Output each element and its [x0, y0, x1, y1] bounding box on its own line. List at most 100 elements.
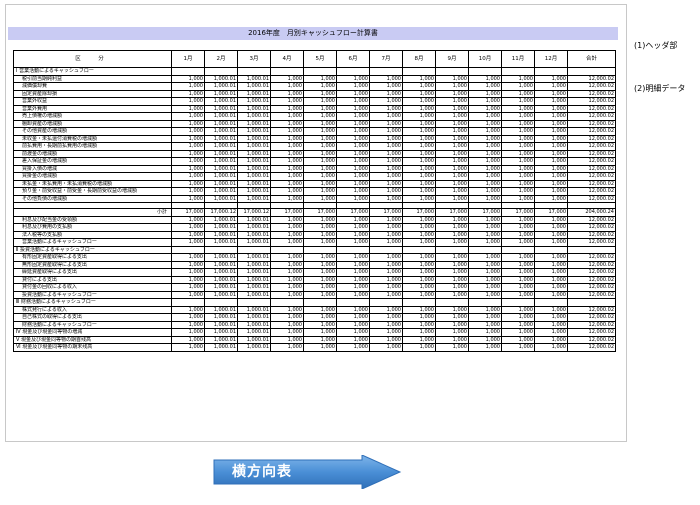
month-value-cell [303, 245, 337, 254]
month-value-cell [303, 298, 337, 307]
month-value-cell: 1,000.01 [204, 290, 238, 299]
month-value-cell: 1,000 [435, 112, 469, 121]
month-value-cell: 1,000 [270, 134, 304, 143]
month-value-cell: 1,000 [435, 305, 469, 314]
month-value-cell: 1,000.01 [237, 223, 271, 232]
month-value-cell: 1,000 [303, 305, 337, 314]
table-row: 買掛入債の増減 1,000 1,000.01 1,000.01 1,000 1,000 1,… [13, 164, 616, 173]
month-value-cell: 1,000 [303, 134, 337, 143]
month-value-cell: 1,000 [303, 97, 337, 106]
row-label: 固定資産除却損 [13, 89, 172, 98]
month-value-cell: 1,000 [435, 142, 469, 151]
table-row: 無形固定資産取得による支出 1,000 1,000.01 1,000.01 1,000 1… [13, 260, 616, 269]
row-total-cell: 12,000.02 [567, 320, 616, 329]
month-value-cell: 1,000 [270, 74, 304, 83]
month-value-cell: 1,000 [501, 283, 535, 292]
month-value-cell: 1,000 [468, 215, 502, 224]
month-value-cell: 1,000.01 [237, 179, 271, 188]
row-label: 前払費用・長期前払費用の増減額 [13, 142, 172, 151]
month-value-cell: 1,000.01 [237, 194, 271, 203]
month-value-cell: 1,000 [468, 187, 502, 196]
month-value-cell: 1,000 [534, 328, 568, 337]
month-value-cell: 1,000 [270, 97, 304, 106]
month-value-cell: 1,000 [435, 275, 469, 284]
month-value-cell: 1,000 [402, 275, 436, 284]
month-value-cell: 1,000 [501, 328, 535, 337]
row-total-cell: 12,000.02 [567, 215, 616, 224]
month-value-cell: 1,000.01 [204, 187, 238, 196]
month-value-cell: 1,000.01 [237, 112, 271, 121]
table-row: 税引前当期純利益 1,000 1,000.01 1,000.01 1,000 1,000 1… [13, 74, 616, 83]
month-value-cell: 1,000.01 [204, 260, 238, 269]
month-value-cell: 1,000.01 [204, 89, 238, 98]
month-value-cell: 1,000 [270, 157, 304, 166]
month-value-cell [171, 245, 205, 254]
month-value-cell: 1,000.01 [237, 215, 271, 224]
month-value-cell: 1,000 [402, 260, 436, 269]
month-value-cell: 17,000 [336, 208, 370, 217]
month-value-cell: 1,000 [270, 187, 304, 196]
month-value-cell: 1,000 [468, 127, 502, 136]
month-value-cell [369, 245, 403, 254]
month-value-cell: 1,000.01 [204, 238, 238, 247]
month-value-cell: 1,000 [336, 253, 370, 262]
month-value-cell: 1,000 [336, 157, 370, 166]
month-value-cell: 1,000.01 [204, 179, 238, 188]
month-value-cell: 1,000 [534, 179, 568, 188]
subtotal-row: 小計 17,000 17,000.12 17,000.12 17,000 17,000 17… [13, 208, 616, 217]
row-label: 差入保証金の増減額 [13, 157, 172, 166]
row-total-cell: 12,000.02 [567, 275, 616, 284]
horizontal-table-arrow: 横方向表 [212, 454, 402, 490]
month-value-cell: 1,000 [435, 283, 469, 292]
row-label: Ⅳ 現金及び現金同等物の増減 [13, 328, 172, 337]
row-total-cell: 12,000.02 [567, 335, 616, 344]
month-value-cell: 1,000 [435, 268, 469, 277]
table-row: その他負債の増減額 1,000 1,000.01 1,000.01 1,000 1,000… [13, 194, 616, 203]
month-value-cell: 1,000.01 [237, 187, 271, 196]
month-value-cell: 1,000.01 [204, 127, 238, 136]
month-value-cell: 1,000 [435, 104, 469, 113]
month-value-cell: 1,000 [369, 223, 403, 232]
month-value-cell: 1,000 [336, 187, 370, 196]
table-row: 営業活動によるキャッシュフロー 1,000 1,000.01 1,000.01 1,00… [13, 238, 616, 247]
month-value-cell: 1,000 [171, 275, 205, 284]
month-value-cell: 1,000 [171, 172, 205, 181]
row-label: 繰延資産取得による支出 [13, 268, 172, 277]
month-value-cell: 1,000 [369, 275, 403, 284]
month-value-cell: 1,000 [369, 328, 403, 337]
month-value-cell: 1,000 [501, 253, 535, 262]
month-value-cell [402, 245, 436, 254]
row-label: 貸付による支出 [13, 275, 172, 284]
row-label: 財務活動によるキャッシュフロー [13, 320, 172, 329]
month-value-cell: 1,000 [336, 260, 370, 269]
table-row: Ⅰ 営業活動によるキャッシュフロー [13, 67, 616, 76]
month-value-cell: 1,000 [402, 187, 436, 196]
month-value-cell: 1,000 [303, 164, 337, 173]
month-value-cell: 1,000 [501, 215, 535, 224]
month-value-cell: 1,000 [270, 215, 304, 224]
month-value-cell: 1,000 [534, 283, 568, 292]
month-value-cell: 1,000 [270, 343, 304, 352]
month-value-cell [501, 245, 535, 254]
month-value-cell: 1,000 [468, 119, 502, 128]
row-label: その他負債の増減額 [13, 194, 172, 203]
month-value-cell: 1,000.01 [204, 164, 238, 173]
row-total-cell: 12,000.02 [567, 230, 616, 239]
month-value-cell: 1,000 [468, 223, 502, 232]
month-value-cell [336, 245, 370, 254]
month-value-cell: 1,000 [270, 335, 304, 344]
month-value-cell: 1,000 [534, 215, 568, 224]
month-value-cell: 1,000 [303, 127, 337, 136]
month-value-cell: 1,000 [303, 157, 337, 166]
month-value-cell: 1,000 [303, 283, 337, 292]
month-value-cell: 1,000 [468, 320, 502, 329]
table-row: Ⅲ 財務活動によるキャッシュフロー [13, 298, 616, 307]
month-value-cell: 1,000.01 [204, 112, 238, 121]
month-value-cell: 1,000 [468, 253, 502, 262]
month-value-cell: 1,000 [303, 260, 337, 269]
table-row: 営業外収益 1,000 1,000.01 1,000.01 1,000 1,000 1,00… [13, 97, 616, 106]
month-value-cell: 1,000 [171, 104, 205, 113]
month-value-cell: 1,000 [435, 230, 469, 239]
month-value-cell: 1,000 [336, 74, 370, 83]
row-label: 利息及び配当金の受領額 [13, 215, 172, 224]
